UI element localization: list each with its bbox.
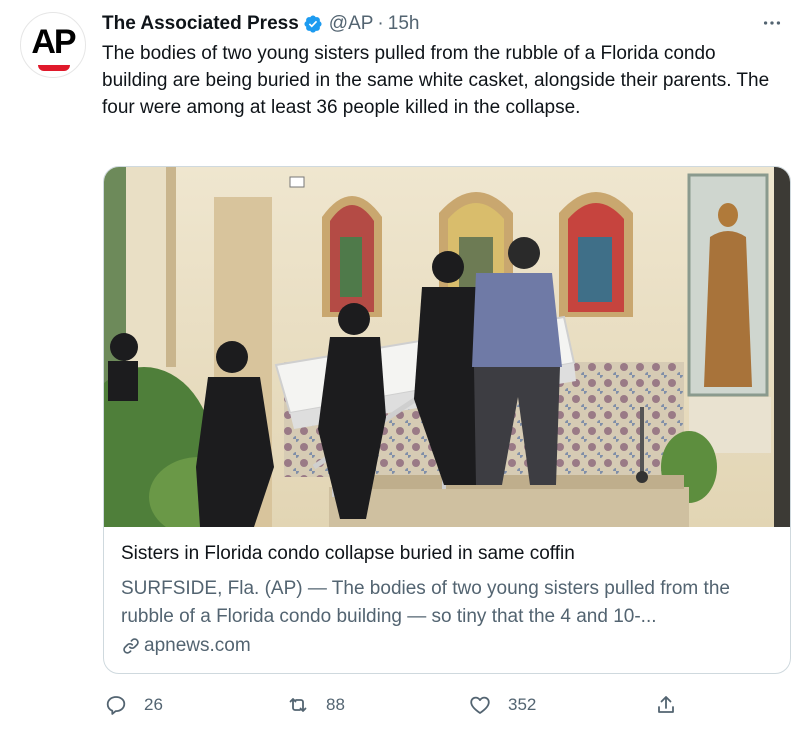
reply-count: 26: [144, 695, 163, 714]
link-icon: [123, 638, 139, 654]
verified-badge-icon: [303, 14, 323, 34]
like-count: 352: [508, 695, 537, 714]
account-name[interactable]: The Associated Press: [102, 13, 299, 35]
tweet[interactable]: AP The Associated Press @AP · 15h The bo…: [0, 0, 800, 736]
reply-button[interactable]: 26: [104, 690, 163, 720]
separator-dot: ·: [377, 13, 384, 34]
reply-icon: [106, 696, 126, 715]
card-description: SURFSIDE, Fla. (AP) — The bodies of two …: [121, 578, 730, 627]
card-photo-illustration: [104, 167, 790, 527]
like-button[interactable]: 352: [468, 690, 536, 720]
timestamp[interactable]: 15h: [388, 13, 420, 35]
share-button[interactable]: [654, 690, 678, 720]
retweet-button[interactable]: 88: [286, 690, 345, 720]
card-domain-link[interactable]: apnews.com: [121, 635, 251, 657]
avatar[interactable]: AP: [20, 12, 86, 78]
retweet-count: 88: [326, 695, 345, 714]
more-icon[interactable]: [754, 8, 790, 38]
tweet-text: The bodies of two young sisters pulled f…: [102, 43, 770, 118]
link-card[interactable]: Sisters in Florida condo collapse buried…: [103, 166, 791, 674]
share-icon: [658, 696, 674, 713]
retweet-icon: [289, 698, 307, 712]
tweet-header: The Associated Press @AP · 15h: [102, 10, 419, 38]
avatar-logo-mark: [38, 65, 70, 71]
card-domain[interactable]: apnews.com: [144, 635, 251, 657]
action-bar: 26 88 352: [102, 690, 702, 720]
card-title[interactable]: Sisters in Florida condo collapse buried…: [121, 543, 781, 565]
card-photo[interactable]: [104, 167, 790, 527]
avatar-logo-text: AP: [31, 23, 76, 61]
account-handle[interactable]: @AP: [329, 13, 374, 35]
heart-icon: [470, 696, 490, 714]
